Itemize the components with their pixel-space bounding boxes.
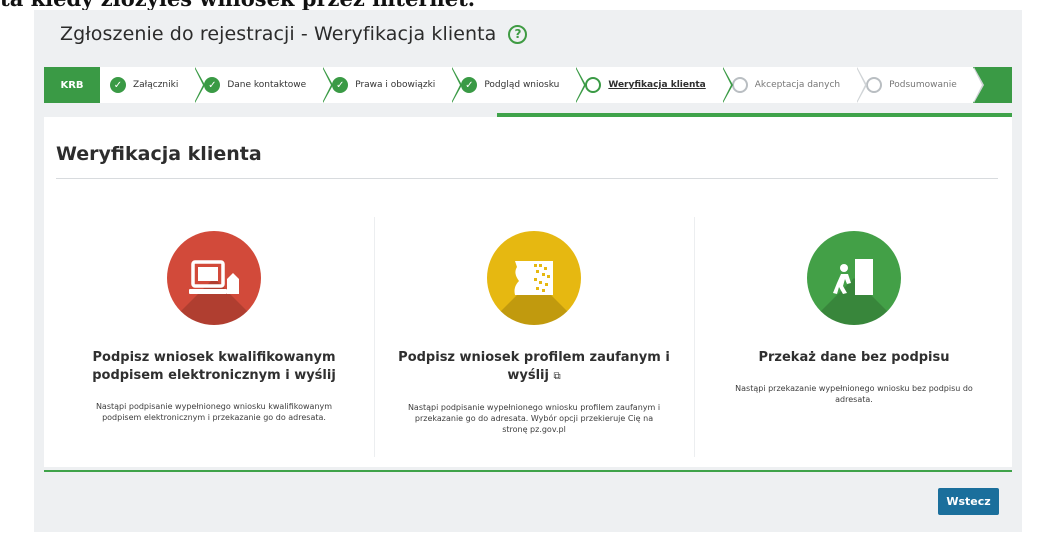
option-without-signature[interactable]: Przekaż dane bez podpisu Nastąpi przekaz… — [694, 217, 1014, 467]
title-divider — [56, 178, 998, 179]
option-title: Podpisz wniosek profilem zaufanym i wyśl… — [394, 349, 674, 386]
check-circle-icon: ✓ — [204, 77, 221, 93]
empty-circle-icon — [866, 77, 883, 93]
step-label: Załączniki — [133, 80, 179, 90]
empty-circle-icon — [731, 77, 748, 93]
option-qualified-signature[interactable]: Podpisz wniosek kwalifikowanym podpisem … — [54, 217, 374, 467]
step-dane-kontaktowe[interactable]: ✓ Dane kontaktowe — [194, 67, 334, 103]
cropped-banner-text: ta kiedy złożyłeś wniosek przez internet… — [0, 0, 1052, 10]
step-label: Dane kontaktowe — [227, 80, 307, 90]
step-weryfikacja-klienta[interactable]: Weryfikacja klienta — [575, 67, 734, 103]
option-trusted-profile[interactable]: Podpisz wniosek profilem zaufanym i wyśl… — [374, 217, 694, 467]
check-circle-icon: ✓ — [461, 77, 478, 93]
empty-circle-icon — [585, 77, 602, 93]
section-title: Weryfikacja klienta — [56, 143, 262, 165]
page-title: Zgłoszenie do rejestracji - Weryfikacja … — [60, 23, 497, 45]
external-link-icon: ⧉ — [553, 371, 561, 382]
step-podsumowanie: Podsumowanie — [856, 67, 984, 103]
step-akceptacja-danych: Akceptacja danych — [721, 67, 868, 103]
step-label: Prawa i obowiązki — [355, 80, 436, 90]
step-krb: KRB — [60, 79, 84, 91]
check-circle-icon: ✓ — [332, 77, 349, 93]
option-title-text: Podpisz wniosek profilem zaufanym i wyśl… — [398, 350, 670, 383]
step-prawa-i-obowiazki[interactable]: ✓ Prawa i obowiązki — [322, 67, 463, 103]
step-label: Podsumowanie — [889, 80, 957, 90]
option-title: Przekaż dane bez podpisu — [758, 350, 950, 365]
step-label: Podgląd wniosku — [484, 80, 560, 90]
footer-divider — [44, 470, 1012, 472]
check-circle-icon: ✓ — [110, 77, 126, 93]
computer-signature-icon — [167, 231, 261, 325]
option-description: Nastąpi podpisanie wypełnionego wniosku … — [407, 403, 661, 434]
step-label: Akceptacja danych — [754, 80, 841, 90]
help-circle-icon[interactable]: ? — [508, 24, 528, 44]
option-description: Nastąpi przekazanie wypełnionego wniosku… — [735, 384, 973, 404]
step-zalaczniki[interactable]: ✓ Załączniki — [100, 67, 206, 103]
page-header: Zgłoszenie do rejestracji - Weryfikacja … — [60, 20, 528, 48]
registration-window: Zgłoszenie do rejestracji - Weryfikacja … — [34, 10, 1022, 532]
option-description: Nastąpi podpisanie wypełnionego wniosku … — [95, 402, 333, 422]
verification-panel: Weryfikacja klienta Podpisz wniosek kwal… — [44, 117, 1012, 467]
wizard-steps: KRB ✓ Załączniki ✓ Dane kontaktowe ✓ Pra… — [44, 67, 1012, 103]
option-title: Podpisz wniosek kwalifikowanym podpisem … — [92, 350, 336, 383]
trusted-profile-icon — [487, 231, 581, 325]
person-door-icon — [807, 231, 901, 325]
back-button[interactable]: Wstecz — [938, 488, 999, 515]
step-label: Weryfikacja klienta — [608, 80, 706, 90]
step-podglad-wniosku[interactable]: ✓ Podgląd wniosku — [451, 67, 587, 103]
